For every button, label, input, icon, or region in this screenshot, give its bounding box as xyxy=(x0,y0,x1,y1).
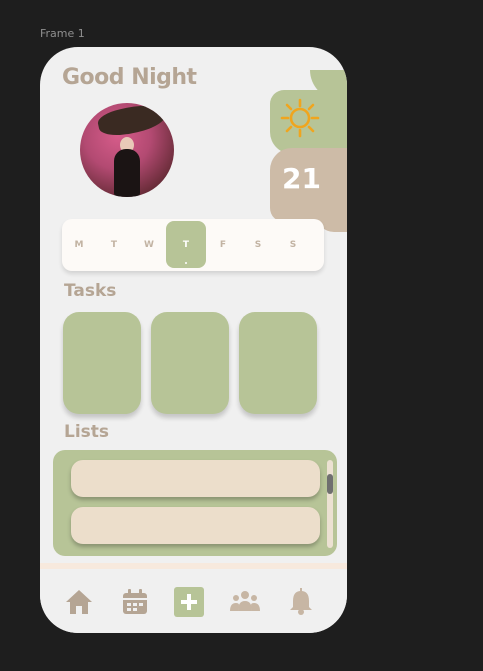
lists-title: Lists xyxy=(64,422,110,442)
day-label: M xyxy=(74,240,84,250)
lists-scrollbar[interactable] xyxy=(327,460,333,548)
task-card[interactable] xyxy=(151,312,229,414)
day-label: W xyxy=(144,240,154,250)
home-icon[interactable] xyxy=(64,587,94,617)
avatar[interactable] xyxy=(80,103,174,197)
day-label: S xyxy=(254,240,262,250)
bell-icon[interactable] xyxy=(286,587,316,617)
day-saturday[interactable]: S xyxy=(241,219,275,271)
day-thursday-selected[interactable]: T xyxy=(166,221,206,268)
tasks-title: Tasks xyxy=(64,281,117,301)
phone-screen: Good Night 21 M T W T F S S Tasks Lists xyxy=(40,47,347,633)
day-label: T xyxy=(182,239,190,250)
day-label: S xyxy=(289,240,297,250)
day-label: F xyxy=(219,240,227,250)
frame-label: Frame 1 xyxy=(40,27,85,40)
day-tuesday[interactable]: T xyxy=(97,219,131,271)
list-item[interactable] xyxy=(71,460,320,497)
day-monday[interactable]: M xyxy=(62,219,96,271)
task-card[interactable] xyxy=(239,312,317,414)
weather-widget[interactable]: 21 xyxy=(270,70,347,232)
people-icon[interactable] xyxy=(230,587,260,617)
list-item[interactable] xyxy=(71,507,320,544)
bottom-nav-bar xyxy=(40,563,347,633)
selected-dot xyxy=(185,262,187,264)
task-card[interactable] xyxy=(63,312,141,414)
weather-day-number: 21 xyxy=(282,162,321,195)
add-icon[interactable] xyxy=(174,587,204,617)
sun-icon xyxy=(280,98,320,138)
greeting-title: Good Night xyxy=(62,65,197,90)
calendar-icon[interactable] xyxy=(120,587,150,617)
day-friday[interactable]: F xyxy=(206,219,240,271)
day-sunday[interactable]: S xyxy=(276,219,310,271)
week-strip: M T W T F S S xyxy=(62,219,324,271)
scrollbar-thumb[interactable] xyxy=(327,474,333,494)
day-wednesday[interactable]: W xyxy=(132,219,166,271)
day-label: T xyxy=(110,240,118,250)
lists-panel xyxy=(53,450,337,556)
avatar-detail xyxy=(96,103,168,140)
avatar-detail xyxy=(114,149,140,197)
